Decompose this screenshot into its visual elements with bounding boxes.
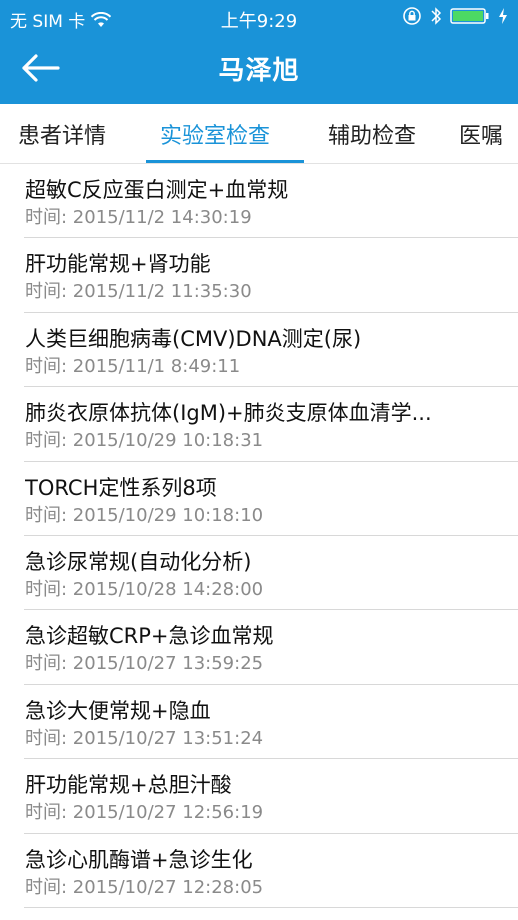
- item-time: 时间: 2015/10/27 13:51:24: [25, 727, 264, 749]
- tab-auxiliary-exams[interactable]: 辅助检查: [328, 118, 416, 150]
- list-item[interactable]: 肝功能常规+总胆汁酸 时间: 2015/10/27 12:56:19: [24, 759, 518, 834]
- list-item[interactable]: TORCH定性系列8项 时间: 2015/10/29 10:18:10: [24, 462, 518, 536]
- item-name: 急诊超敏CRP+急诊血常规: [25, 624, 274, 649]
- item-time: 时间: 2015/10/27 12:28:05: [25, 876, 264, 898]
- page-title: 马泽旭: [218, 56, 300, 86]
- item-time: 时间: 2015/10/28 14:28:00: [25, 578, 264, 600]
- list-item[interactable]: 急诊大便常规+隐血 时间: 2015/10/27 13:51:24: [24, 685, 518, 760]
- item-time: 时间: 2015/10/27 12:56:19: [25, 802, 264, 824]
- status-bar: 无 SIM 卡 上午9:29: [0, 0, 518, 36]
- item-name: 超敏C反应蛋白测定+血常规: [25, 178, 289, 202]
- item-name: 肝功能常规+肾功能: [25, 252, 211, 277]
- tab-patient-details[interactable]: 患者详情: [18, 118, 106, 150]
- item-name: 急诊尿常规(自动化分析): [25, 549, 252, 574]
- item-name: 急诊大便常规+隐血: [25, 698, 211, 723]
- item-time: 时间: 2015/10/27 13:59:25: [25, 653, 264, 675]
- item-name: 急诊心肌酶谱+急诊生化: [25, 847, 253, 872]
- tab-lab-tests[interactable]: 实验室检查: [160, 118, 270, 150]
- active-tab-indicator: [146, 160, 304, 163]
- list-item[interactable]: 人类巨细胞病毒(CMV)DNA测定(尿) 时间: 2015/11/1 8:49:…: [24, 313, 518, 388]
- charging-icon: [498, 7, 508, 25]
- status-right: [402, 6, 508, 26]
- item-name: 肝功能常规+总胆汁酸: [25, 773, 232, 798]
- tab-bar: 患者详情 实验室检查 辅助检查 医嘱: [0, 104, 518, 164]
- rotation-lock-icon: [402, 6, 422, 26]
- item-time: 时间: 2015/11/1 8:49:11: [25, 355, 241, 377]
- battery-icon: [450, 7, 490, 25]
- item-time: 时间: 2015/11/2 11:35:30: [25, 281, 252, 303]
- item-time: 时间: 2015/10/29 10:18:10: [25, 504, 264, 526]
- item-time: 时间: 2015/11/2 14:30:19: [25, 207, 252, 228]
- list-item[interactable]: 超敏C反应蛋白测定+血常规 时间: 2015/11/2 14:30:19: [24, 164, 518, 239]
- app-header: 无 SIM 卡 上午9:29 马泽旭: [0, 0, 518, 104]
- item-name: 肺炎衣原体抗体(IgM)+肺炎支原体血清学...: [25, 401, 432, 426]
- tab-orders[interactable]: 医嘱: [459, 118, 503, 150]
- lab-test-list: 超敏C反应蛋白测定+血常规 时间: 2015/11/2 14:30:19 肝功能…: [0, 164, 518, 908]
- item-time: 时间: 2015/10/29 10:18:31: [25, 430, 264, 452]
- item-name: TORCH定性系列8项: [25, 475, 217, 500]
- list-item[interactable]: 急诊超敏CRP+急诊血常规 时间: 2015/10/27 13:59:25: [24, 610, 518, 685]
- list-item[interactable]: 肝功能常规+肾功能 时间: 2015/11/2 11:35:30: [24, 238, 518, 313]
- bluetooth-icon: [430, 6, 442, 26]
- item-name: 人类巨细胞病毒(CMV)DNA测定(尿): [25, 326, 362, 351]
- list-item[interactable]: 急诊尿常规(自动化分析) 时间: 2015/10/28 14:28:00: [24, 536, 518, 611]
- list-item[interactable]: 急诊心肌酶谱+急诊生化 时间: 2015/10/27 12:28:05: [24, 834, 518, 908]
- list-item[interactable]: 肺炎衣原体抗体(IgM)+肺炎支原体血清学... 时间: 2015/10/29 …: [24, 387, 518, 462]
